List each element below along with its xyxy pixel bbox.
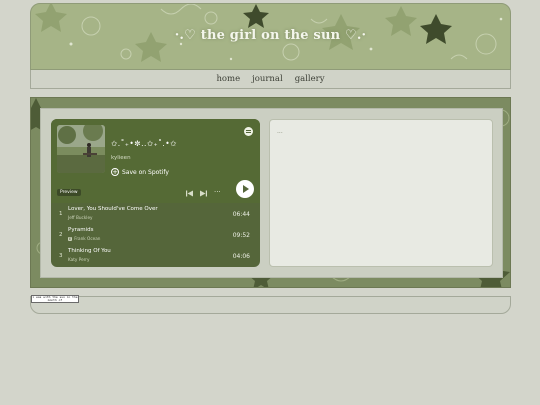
track-artist[interactable]: Jeff Buckley — [68, 215, 93, 220]
panel-placeholder: ... — [277, 128, 283, 135]
plus-circle-icon: + — [111, 168, 119, 176]
track-name: Pyramids — [68, 227, 94, 233]
track-name: Thinking Of You — [68, 248, 111, 254]
playlist-owner[interactable]: kylieen — [111, 155, 131, 161]
save-on-spotify-button[interactable]: + Save on Spotify — [111, 168, 169, 176]
text-panel: ... — [269, 119, 493, 267]
track-number: 1 — [59, 211, 63, 217]
spotify-embed: ✩.˚₊•✼..✩₊˚.•✩ kylieen + Save on Spotify… — [51, 119, 260, 267]
preview-badge: Preview — [57, 189, 81, 196]
footer-badge[interactable]: i was with the sun in the month of — [31, 295, 79, 303]
cover-image — [57, 125, 105, 173]
playlist-title[interactable]: ✩.˚₊•✼..✩₊˚.•✩ — [111, 139, 177, 148]
nav-journal-link[interactable]: journal — [252, 74, 283, 84]
track-artist-line: E Frank Ocean — [68, 236, 100, 241]
page-container: ·.♡ the girl on the sun ♡.· home journal… — [30, 3, 511, 314]
track-row[interactable]: 3 Thinking Of You Katy Perry 04:06 — [51, 245, 260, 266]
spotify-logo-icon[interactable] — [244, 127, 253, 136]
track-name: Lover, You Should've Come Over — [68, 206, 158, 212]
track-artist[interactable]: Katy Perry — [68, 257, 90, 262]
site-title: ·.♡ the girl on the sun ♡.· — [174, 28, 367, 43]
track-duration: 06:44 — [232, 211, 250, 218]
explicit-badge: E — [68, 237, 73, 241]
site-footer: i was with the sun in the month of — [30, 295, 511, 314]
more-options-icon[interactable]: ··· — [214, 188, 221, 196]
previous-track-icon[interactable] — [186, 190, 193, 199]
track-number: 2 — [59, 232, 63, 238]
site-header: ·.♡ the girl on the sun ♡.· — [30, 3, 511, 70]
playlist-cover[interactable] — [57, 125, 105, 173]
nav-home-link[interactable]: home — [216, 74, 240, 84]
track-row[interactable]: 2 Pyramids E Frank Ocean 09:52 — [51, 224, 260, 245]
nav-gallery-link[interactable]: gallery — [295, 74, 325, 84]
main-content-area: ✩.˚₊•✼..✩₊˚.•✩ kylieen + Save on Spotify… — [30, 97, 511, 288]
track-list: 1 Lover, You Should've Come Over Jeff Bu… — [51, 203, 260, 266]
next-track-icon[interactable] — [200, 190, 207, 199]
main-nav: home journal gallery — [30, 70, 511, 89]
track-duration: 09:52 — [232, 232, 250, 239]
save-label: Save on Spotify — [122, 168, 169, 176]
track-row[interactable]: 1 Lover, You Should've Come Over Jeff Bu… — [51, 203, 260, 224]
play-icon[interactable] — [236, 180, 254, 198]
track-number: 3 — [59, 253, 63, 259]
content-card: ✩.˚₊•✼..✩₊˚.•✩ kylieen + Save on Spotify… — [40, 108, 503, 278]
track-duration: 04:06 — [232, 253, 250, 260]
track-artist[interactable]: Frank Ocean — [74, 236, 100, 241]
